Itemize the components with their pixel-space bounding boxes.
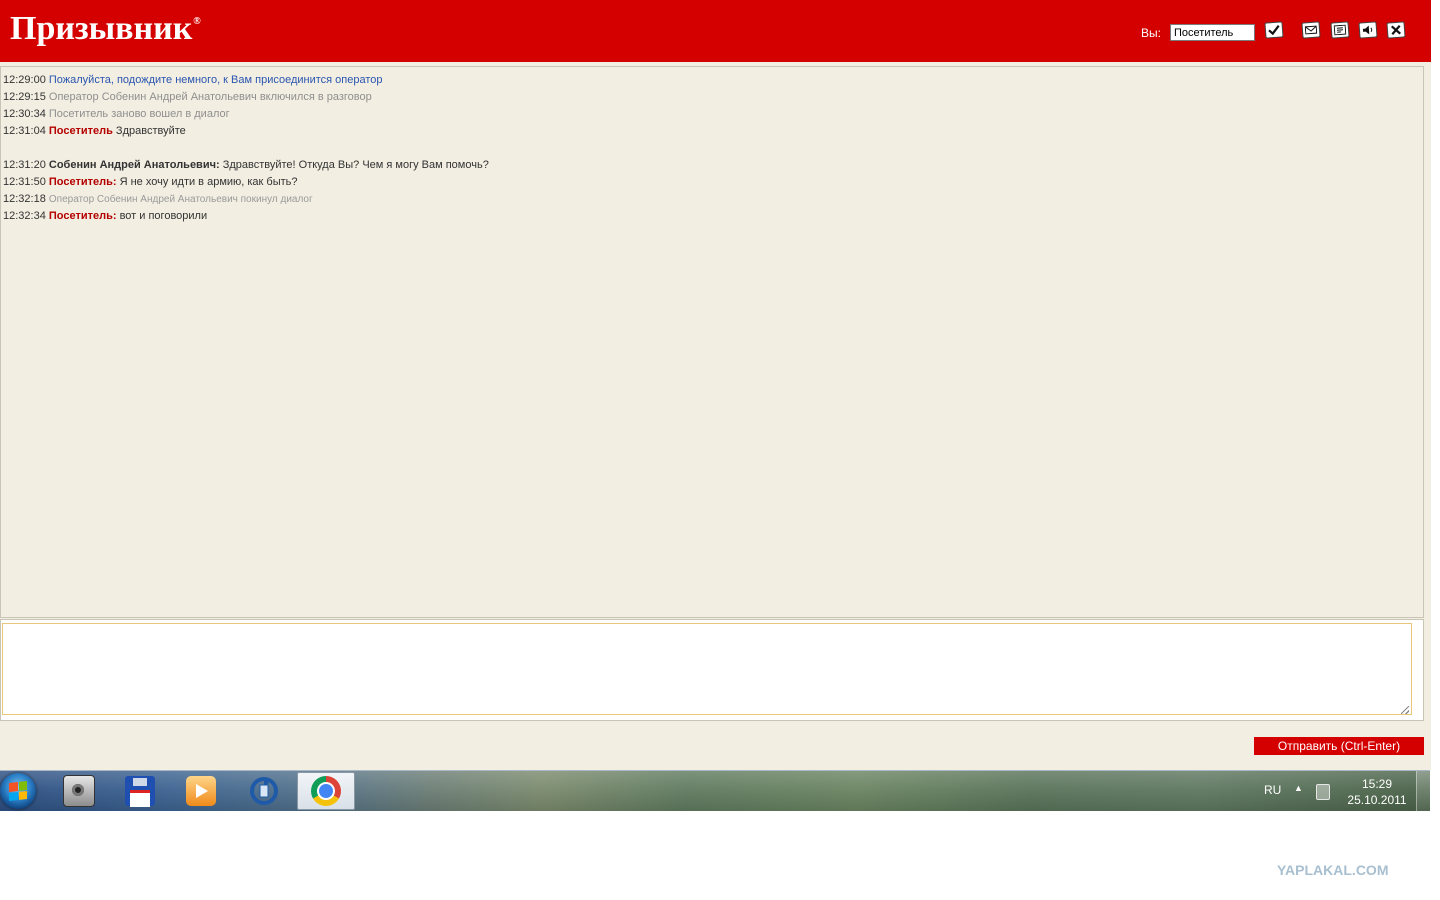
chat-message: 12:30:34 Посетитель заново вошел в диало…	[3, 106, 1423, 123]
message-body: Оператор Собенин Андрей Анатольевич вклю…	[48, 91, 372, 103]
message-body: Пожалуйста, подождите немного, к Вам при…	[48, 74, 383, 86]
message-text: Здравствуйте	[112, 125, 186, 137]
language-indicator[interactable]: RU	[1264, 783, 1281, 797]
taskbar-app-save[interactable]	[111, 772, 169, 810]
message-time: 12:31:50	[3, 176, 46, 188]
site-logo: Призывник®	[10, 10, 201, 47]
message-body: Посетитель заново вошел в диалог	[48, 108, 230, 120]
taskbar-app-media[interactable]	[172, 772, 230, 810]
message-author: Посетитель	[48, 125, 113, 137]
show-desktop-button[interactable]	[1416, 771, 1430, 811]
message-time: 12:30:34	[3, 108, 46, 120]
message-time: 12:29:00	[3, 74, 46, 86]
message-time: 12:32:18	[3, 193, 46, 205]
chrome-icon	[311, 776, 341, 806]
chat-message: 12:29:15 Оператор Собенин Андрей Анатоль…	[3, 89, 1423, 106]
chat-message: 12:31:04 Посетитель Здравствуйте	[3, 123, 1423, 140]
clock-date: 25.10.2011	[1347, 793, 1407, 807]
message-author: Собенин Андрей Анатольевич:	[48, 159, 220, 171]
taskbar-app-sync[interactable]	[235, 772, 293, 810]
message-text: Здравствуйте! Откуда Вы? Чем я могу Вам …	[219, 159, 489, 171]
message-body: Оператор Собенин Андрей Анатольевич поки…	[48, 194, 313, 205]
windows-taskbar: RU ▲ 15:29 25.10.2011	[0, 770, 1430, 811]
media-app-icon	[186, 776, 216, 806]
close-icon[interactable]	[1386, 21, 1406, 39]
visitor-name-input[interactable]	[1170, 24, 1255, 41]
power-icon[interactable]	[1316, 784, 1330, 800]
speaker-app-icon	[63, 775, 95, 807]
chat-message: 12:32:18 Оператор Собенин Андрей Анатоль…	[3, 191, 1423, 208]
you-label: Вы:	[1141, 26, 1161, 40]
system-clock[interactable]: 15:29 25.10.2011	[1340, 776, 1414, 808]
taskbar-app-speaker[interactable]	[50, 772, 108, 810]
message-author: Посетитель:	[48, 176, 117, 188]
sync-app-icon	[250, 777, 278, 805]
message-text: вот и поговорили	[116, 210, 208, 222]
chat-message: 12:29:00 Пожалуйста, подождите немного, …	[3, 72, 1423, 89]
compose-panel	[0, 619, 1424, 721]
chat-message: 12:31:50 Посетитель: Я не хочу идти в ар…	[3, 174, 1423, 191]
resize-handle[interactable]	[1401, 706, 1409, 714]
chat-log[interactable]: 12:29:00 Пожалуйста, подождите немного, …	[0, 66, 1424, 618]
message-author: Посетитель:	[48, 210, 117, 222]
history-icon[interactable]	[1330, 21, 1350, 39]
checkmark-icon[interactable]	[1264, 21, 1284, 39]
windows-logo-icon	[9, 781, 27, 801]
sound-icon[interactable]	[1358, 21, 1378, 39]
start-button[interactable]	[0, 773, 36, 809]
clock-time: 15:29	[1361, 777, 1393, 791]
tray-expand-icon[interactable]: ▲	[1294, 783, 1303, 793]
chat-message: 12:31:20 Собенин Андрей Анатольевич: Здр…	[3, 157, 1423, 174]
mail-icon[interactable]	[1301, 21, 1321, 39]
watermark: YAPLAKAL.COM	[1277, 862, 1389, 878]
message-input[interactable]	[2, 623, 1412, 715]
send-button[interactable]: Отправить (Ctrl-Enter)	[1254, 737, 1424, 755]
message-text: Я не хочу идти в армию, как быть?	[116, 176, 298, 188]
message-time: 12:29:15	[3, 91, 46, 103]
message-time: 12:31:20	[3, 159, 46, 171]
header-bar: Призывник® Вы:	[0, 0, 1431, 62]
message-time: 12:32:34	[3, 210, 46, 222]
chat-message: 12:32:34 Посетитель: вот и поговорили	[3, 208, 1423, 225]
message-time: 12:31:04	[3, 125, 46, 137]
save-app-icon	[125, 776, 155, 807]
taskbar-app-chrome[interactable]	[297, 772, 355, 810]
